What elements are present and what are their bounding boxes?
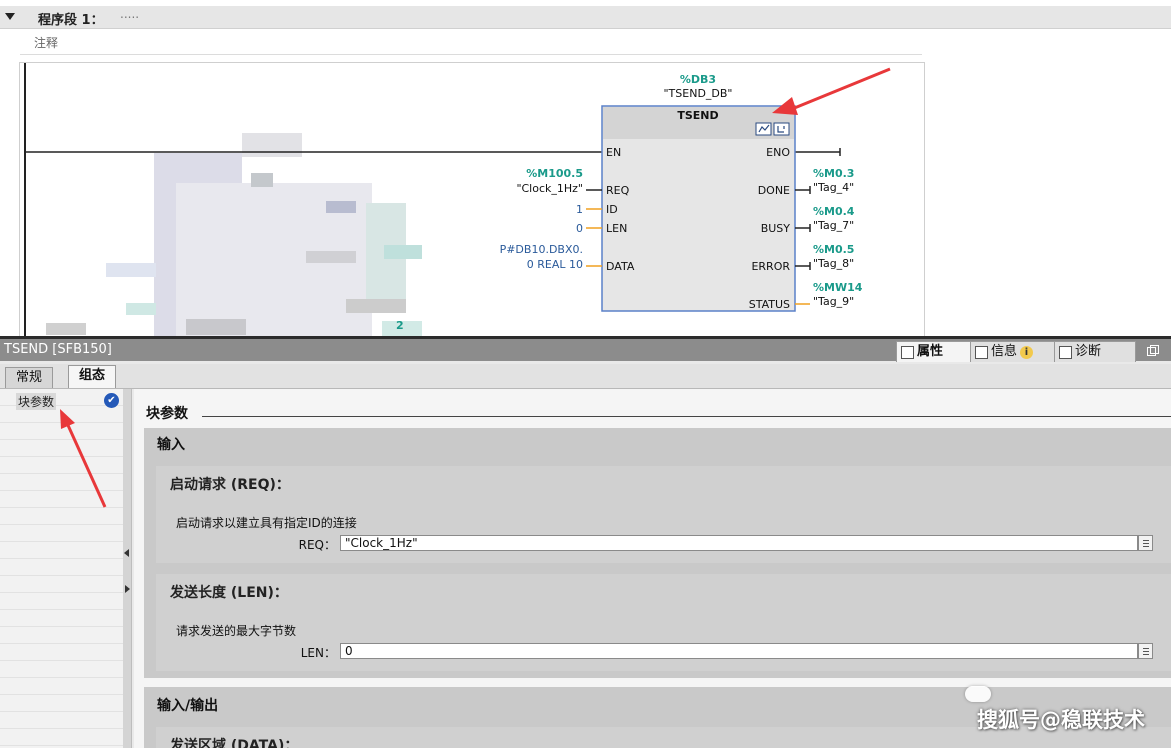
- error-tag: "Tag_8": [813, 257, 854, 270]
- block-name: TSEND: [677, 109, 718, 122]
- properties-title: TSEND [SFB150]: [4, 342, 112, 357]
- watermark-logo-icon: [965, 686, 991, 702]
- req-browse-button[interactable]: [1138, 535, 1153, 551]
- properties-content: 块参数 输入 启动请求 (REQ)： 启动请求以建立具有指定ID的连接 REQ：…: [134, 389, 1171, 748]
- configuration-icon: [773, 122, 790, 136]
- watermark: 搜狐号@稳联技术: [977, 708, 1145, 732]
- req-tag: "Clock_1Hz": [516, 182, 583, 195]
- tab-info-label: 信息: [991, 344, 1018, 359]
- done-address: %M0.3: [813, 167, 854, 180]
- param-req-description: 启动请求以建立具有指定ID的连接: [176, 516, 357, 530]
- collapse-triangle-icon[interactable]: [5, 13, 15, 20]
- id-value: 1: [576, 203, 583, 216]
- db-name: "TSEND_DB": [664, 87, 733, 100]
- param-req: 启动请求 (REQ)： 启动请求以建立具有指定ID的连接 REQ： "Clock…: [156, 466, 1171, 563]
- db-address: %DB3: [680, 73, 716, 86]
- properties-icon: [901, 345, 914, 359]
- diagnostics-icon: [1059, 345, 1072, 359]
- tab-general[interactable]: 常规: [5, 367, 54, 388]
- param-req-label: REQ：: [298, 538, 336, 552]
- nav-item-block-parameters[interactable]: 块参数: [16, 393, 57, 410]
- tab-info[interactable]: 信息 i: [970, 341, 1058, 362]
- error-address: %M0.5: [813, 243, 854, 256]
- properties-subtabs: 常规 组态: [0, 364, 1171, 389]
- done-tag: "Tag_4": [813, 181, 854, 194]
- data-value-line1: P#DB10.DBX0.: [500, 243, 583, 256]
- program-editor: 程序段 1： ..... 注释 2 TSEND %DB3 "TSEND_DB" …: [0, 0, 1171, 336]
- info-badge-icon: i: [1020, 345, 1034, 359]
- pin-status: STATUS: [749, 298, 790, 311]
- section-heading: 块参数: [146, 406, 188, 422]
- collapse-left-icon[interactable]: [124, 549, 129, 557]
- param-len-title: 发送长度 (LEN)：: [170, 585, 288, 601]
- properties-window: TSEND [SFB150] 属性 信息 i 诊断 常规 组态 块参数 ✔ 块参…: [0, 336, 1171, 748]
- heading-divider: [202, 416, 1171, 417]
- input-group: 输入 启动请求 (REQ)： 启动请求以建立具有指定ID的连接 REQ： "Cl…: [144, 428, 1171, 678]
- busy-address: %M0.4: [813, 205, 855, 218]
- pin-data: DATA: [606, 260, 635, 273]
- properties-nav: 块参数 ✔: [0, 389, 124, 748]
- status-address: %MW14: [813, 281, 863, 294]
- ladder-network: 2 TSEND %DB3 "TSEND_DB" EN ENO REQ ID LE…: [19, 62, 925, 336]
- inout-group-title: 输入/输出: [157, 698, 219, 714]
- pin-done: DONE: [758, 184, 790, 197]
- network-title[interactable]: 程序段 1：: [38, 9, 104, 28]
- network-header[interactable]: 程序段 1： .....: [0, 6, 1171, 29]
- tab-diagnostics-label: 诊断: [1075, 344, 1102, 359]
- tab-properties-label: 属性: [917, 344, 944, 359]
- nav-splitter[interactable]: [123, 389, 132, 748]
- tab-diagnostics[interactable]: 诊断: [1054, 341, 1136, 362]
- info-icon: [975, 345, 988, 359]
- comment-text: 注释: [34, 36, 59, 50]
- req-input[interactable]: "Clock_1Hz": [340, 535, 1138, 551]
- pin-busy: BUSY: [761, 222, 791, 235]
- param-len-description: 请求发送的最大字节数: [176, 624, 297, 638]
- param-len-label: LEN：: [300, 646, 336, 660]
- tab-configuration[interactable]: 组态: [68, 365, 117, 388]
- window-restore-button[interactable]: [1147, 345, 1167, 356]
- data-value-line2: 0 REAL 10: [527, 258, 583, 271]
- pin-eno: ENO: [766, 146, 790, 159]
- input-group-title: 输入: [157, 437, 185, 453]
- checkmark-icon: ✔: [104, 393, 119, 408]
- param-len: 发送长度 (LEN)： 请求发送的最大字节数 LEN： 0: [156, 574, 1171, 671]
- len-input[interactable]: 0: [340, 643, 1138, 659]
- expand-right-icon[interactable]: [125, 585, 130, 593]
- len-browse-button[interactable]: [1138, 643, 1153, 659]
- ladder-diagram: TSEND %DB3 "TSEND_DB" EN ENO REQ ID LEN …: [24, 63, 891, 336]
- param-data-title: 发送区域 (DATA)：: [170, 738, 299, 748]
- pin-error: ERROR: [751, 260, 790, 273]
- tab-properties[interactable]: 属性: [896, 341, 978, 362]
- busy-tag: "Tag_7": [813, 219, 854, 232]
- len-value: 0: [576, 222, 583, 235]
- pin-len: LEN: [606, 222, 627, 235]
- annotation-arrow-nav: [60, 409, 107, 508]
- pin-id: ID: [606, 203, 618, 216]
- param-req-title: 启动请求 (REQ)：: [170, 477, 290, 493]
- req-address: %M100.5: [526, 167, 583, 180]
- pin-en: EN: [606, 146, 621, 159]
- network-comment[interactable]: 注释: [20, 32, 922, 55]
- properties-titlebar: TSEND [SFB150] 属性 信息 i 诊断: [0, 339, 1171, 362]
- network-title-placeholder: .....: [120, 7, 140, 21]
- annotation-arrow-top: [791, 67, 891, 111]
- status-tag: "Tag_9": [813, 295, 854, 308]
- pin-req: REQ: [606, 184, 630, 197]
